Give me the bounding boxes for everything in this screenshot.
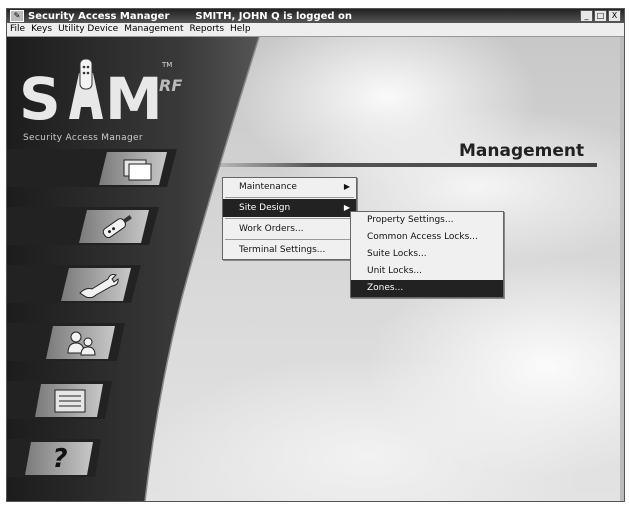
- svg-text:TM: TM: [161, 61, 172, 69]
- menu-bar: File Keys Utility Device Management Repo…: [7, 23, 624, 37]
- folder-tile-button[interactable]: [103, 151, 173, 187]
- submenu-item-common-access-locks[interactable]: Common Access Locks...: [351, 229, 503, 246]
- menu-utility-device[interactable]: Utility Device: [55, 23, 121, 36]
- maintenance-tile-button[interactable]: [63, 267, 133, 303]
- app-feather-icon: ✎: [10, 10, 24, 22]
- side-panel: S M RF TM: [7, 37, 260, 501]
- menu-separator: [225, 239, 354, 240]
- app-window: ✎ Security Access Manager SMITH, JOHN Q …: [6, 8, 625, 502]
- device-tile-button[interactable]: [81, 209, 151, 245]
- menu-keys[interactable]: Keys: [28, 23, 55, 36]
- menu-help[interactable]: Help: [227, 23, 254, 36]
- users-icon: [67, 331, 96, 356]
- window-title: Security Access Manager: [28, 10, 170, 22]
- menu-reports[interactable]: Reports: [187, 23, 228, 36]
- help-icon: ?: [52, 444, 68, 474]
- menu-separator: [225, 197, 354, 198]
- main-content: S M RF TM Security Access Manager ? Mana…: [7, 37, 624, 501]
- menu-management[interactable]: Management: [121, 23, 186, 36]
- menu-separator: [225, 218, 354, 219]
- list-icon: [54, 389, 86, 413]
- close-button[interactable]: X: [608, 10, 621, 22]
- menu-item-terminal-settings[interactable]: Terminal Settings...: [223, 241, 356, 259]
- help-tile-button[interactable]: ?: [25, 441, 95, 477]
- svg-text:M: M: [105, 65, 163, 133]
- site-design-submenu: Property Settings... Common Access Locks…: [350, 211, 504, 298]
- page-title: Management: [459, 141, 585, 161]
- menu-item-maintenance[interactable]: Maintenance ▶: [223, 178, 356, 196]
- wrench-icon: [79, 274, 119, 299]
- minimize-button[interactable]: _: [580, 10, 593, 22]
- maximize-button[interactable]: □: [594, 10, 607, 22]
- list-tile-button[interactable]: [35, 383, 105, 419]
- key-device-icon: [102, 215, 132, 239]
- svg-text:RF: RF: [159, 76, 182, 95]
- submenu-item-property-settings[interactable]: Property Settings...: [351, 212, 503, 229]
- submenu-item-unit-locks[interactable]: Unit Locks...: [351, 263, 503, 280]
- submenu-item-suite-locks[interactable]: Suite Locks...: [351, 246, 503, 263]
- window-right-edge: [620, 37, 624, 501]
- menu-item-site-design[interactable]: Site Design ▶: [223, 199, 356, 217]
- title-bar: ✎ Security Access Manager SMITH, JOHN Q …: [7, 9, 624, 23]
- folder-icon: [123, 159, 152, 181]
- title-divider: [217, 163, 597, 167]
- logo-tagline: Security Access Manager: [23, 133, 143, 143]
- management-menu: Maintenance ▶ Site Design ▶ Work Orders...…: [222, 177, 357, 260]
- svg-text:S: S: [19, 65, 61, 133]
- submenu-item-zones[interactable]: Zones...: [351, 280, 503, 297]
- menu-item-work-orders[interactable]: Work Orders...: [223, 220, 356, 238]
- submenu-arrow-icon: ▶: [343, 182, 350, 191]
- users-tile-button[interactable]: [47, 325, 117, 361]
- logged-on-status: SMITH, JOHN Q is logged on: [195, 10, 353, 22]
- menu-file[interactable]: File: [7, 23, 28, 36]
